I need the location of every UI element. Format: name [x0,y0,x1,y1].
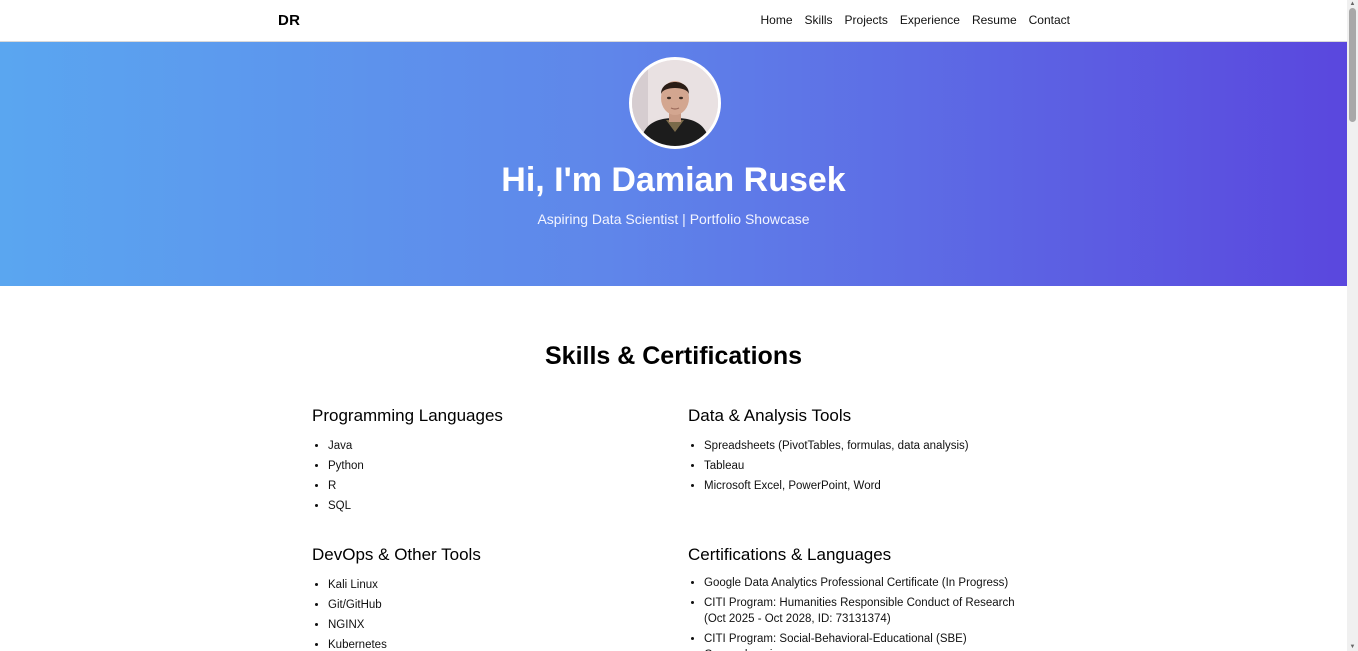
hero-section: Hi, I'm Damian Rusek Aspiring Data Scien… [0,42,1347,286]
list-item: Tableau [704,456,1038,476]
list-item: NGINX [328,615,662,635]
brand-logo[interactable]: DR [278,12,300,29]
skill-list: Java Python R SQL [312,436,662,516]
list-item: Kubernetes [328,635,662,651]
skill-group-title: DevOps & Other Tools [312,545,481,564]
nav-link-projects[interactable]: Projects [845,13,888,27]
skill-group-programming: Programming Languages Java Python R SQL [312,406,662,516]
nav-links: Home Skills Projects Experience Resume C… [761,13,1070,27]
skill-group-devops: DevOps & Other Tools Kali Linux Git/GitH… [312,545,662,651]
profile-photo-icon [632,60,718,146]
nav-link-experience[interactable]: Experience [900,13,960,27]
skills-section-title: Skills & Certifications [544,342,803,370]
list-item: SQL [328,496,662,516]
avatar [629,57,721,149]
list-item: CITI Program: Humanities Responsible Con… [704,595,1038,627]
list-item: Kali Linux [328,575,662,595]
scroll-down-icon[interactable]: ▼ [1347,643,1358,651]
nav-link-resume[interactable]: Resume [972,13,1017,27]
list-item: Python [328,456,662,476]
page: DR Home Skills Projects Experience Resum… [0,0,1347,651]
list-item: Git/GitHub [328,595,662,615]
skill-group-title: Certifications & Languages [688,545,892,564]
skill-group-certifications: Certifications & Languages Google Data A… [688,545,1038,651]
scrollbar[interactable]: ▲ ▼ [1347,0,1358,651]
list-item: Google Data Analytics Professional Certi… [704,575,1038,591]
skill-group-title: Data & Analysis Tools [688,406,852,425]
list-item: Java [328,436,662,456]
list-item: Microsoft Excel, PowerPoint, Word [704,476,1038,496]
navbar: DR Home Skills Projects Experience Resum… [0,0,1347,42]
nav-link-contact[interactable]: Contact [1029,13,1070,27]
skill-list: Google Data Analytics Professional Certi… [688,575,1038,651]
skill-list: Spreadsheets (PivotTables, formulas, dat… [688,436,1038,496]
hero-subtitle: Aspiring Data Scientist | Portfolio Show… [537,211,810,227]
skill-list: Kali Linux Git/GitHub NGINX Kubernetes [312,575,662,651]
list-item: Spreadsheets (PivotTables, formulas, dat… [704,436,1038,456]
list-item: R [328,476,662,496]
nav-link-skills[interactable]: Skills [805,13,833,27]
scroll-thumb[interactable] [1349,8,1356,122]
skill-group-title: Programming Languages [312,406,503,425]
scroll-up-icon[interactable]: ▲ [1347,0,1358,8]
hero-title: Hi, I'm Damian Rusek [501,161,846,199]
skill-group-data-tools: Data & Analysis Tools Spreadsheets (Pivo… [688,406,1038,496]
nav-link-home[interactable]: Home [761,13,793,27]
list-item: CITI Program: Social-Behavioral-Educatio… [704,631,1038,651]
